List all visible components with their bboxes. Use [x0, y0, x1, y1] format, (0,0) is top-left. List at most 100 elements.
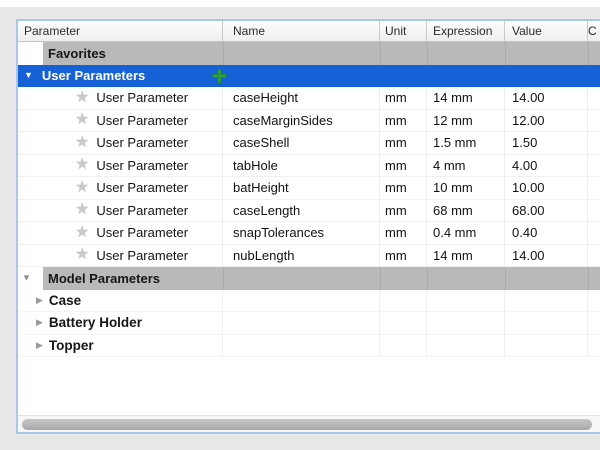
parameter-expression-cell[interactable]: 12 mm [427, 110, 505, 133]
column-header-name[interactable]: Name [223, 21, 380, 41]
empty-cell [505, 312, 588, 335]
chevron-down-icon[interactable]: ▼ [24, 71, 33, 80]
table-row-case[interactable]: ▶Case [18, 290, 600, 313]
parameter-expression-cell[interactable]: 14 mm [427, 87, 505, 110]
horizontal-scrollbar-thumb[interactable] [22, 419, 592, 430]
table-row-model-parameters[interactable]: ▼ Model Parameters [18, 267, 600, 290]
parameter-value-cell: 4.00 [505, 155, 588, 178]
empty-cell [223, 312, 380, 335]
parameter-expression-cell[interactable]: 10 mm [427, 177, 505, 200]
favorite-star-icon[interactable]: ★ [75, 112, 89, 128]
column-gridline [380, 267, 381, 290]
section-label: Favorites [43, 46, 106, 61]
parameter-comment-cell[interactable] [588, 222, 600, 245]
section-band: Model Parameters [43, 267, 600, 290]
parameter-type-label: User Parameter [96, 203, 188, 218]
table-row-user-parameter[interactable]: ★User ParametercaseShellmm1.5 mm1.50 [18, 132, 600, 155]
table-header-row: ParameterNameUnitExpressionValueC [18, 21, 600, 42]
empty-cell [505, 335, 588, 358]
parameter-type-cell: ★User Parameter [18, 245, 223, 268]
parameter-type-cell: ★ User Parameter [18, 200, 223, 223]
table-row-user-parameter[interactable]: ★ User Parameter caseMarginSidesmm12 mm12.… [18, 110, 600, 133]
parameter-unit-cell: mm [380, 245, 427, 268]
column-gridline [427, 267, 428, 290]
row-gutter: ▼ [18, 267, 43, 290]
chevron-right-icon[interactable]: ▶ [36, 341, 43, 350]
chevron-right-icon[interactable]: ▶ [36, 296, 43, 305]
favorite-star-icon[interactable]: ★ [75, 135, 89, 151]
parameter-comment-cell[interactable] [588, 177, 600, 200]
parameter-comment-cell[interactable] [588, 155, 600, 178]
parameter-expression-cell[interactable]: 14 mm [427, 245, 505, 268]
parameter-comment-cell[interactable] [588, 245, 600, 268]
column-header-parameter[interactable]: Parameter [18, 21, 223, 41]
parameter-name-cell[interactable]: caseHeight [223, 87, 380, 110]
empty-cell [505, 290, 588, 313]
empty-cell [427, 290, 505, 313]
table-row-topper[interactable]: ▶ Topper [18, 335, 600, 358]
favorite-star-icon[interactable]: ★ [75, 90, 89, 106]
table-rows: Favorites▼User Parameters★User Parameter… [18, 42, 600, 357]
table-row-favorites[interactable]: Favorites [18, 42, 600, 65]
group-label: Topper [49, 338, 94, 353]
parameter-comment-cell[interactable] [588, 200, 600, 223]
parameter-unit-cell: mm [380, 222, 427, 245]
parameter-expression-cell[interactable]: 4 mm [427, 155, 505, 178]
column-header-value[interactable]: Value [505, 21, 588, 41]
table-row-user-parameter[interactable]: ★User ParametercaseHeightmm14 mm14.00 [18, 87, 600, 110]
table-row-user-parameter[interactable]: ★User ParametersnapTolerancesmm0.4 mm0.4… [18, 222, 600, 245]
column-header-expression[interactable]: Expression [427, 21, 505, 41]
parameter-name-cell[interactable]: nubLength [223, 245, 380, 268]
column-gridline [427, 42, 428, 65]
parameter-expression-cell[interactable]: 0.4 mm [427, 222, 505, 245]
parameter-unit-cell: mm [380, 110, 427, 133]
column-gridline [588, 42, 589, 65]
parameter-value-cell: 12.00 [505, 110, 588, 133]
parameter-type-cell: ★User Parameter [18, 132, 223, 155]
parameter-expression-cell[interactable]: 1.5 mm [427, 132, 505, 155]
parameter-name-cell[interactable]: tabHole [223, 155, 380, 178]
parameter-name-cell[interactable]: caseShell [223, 132, 380, 155]
favorite-star-icon[interactable]: ★ [75, 180, 89, 196]
empty-cell [223, 290, 380, 313]
parameter-name-cell[interactable]: snapTolerances [223, 222, 380, 245]
table-row-user-parameter[interactable]: ★User ParametercaseLengthmm68 mm68.00 [18, 200, 600, 223]
favorite-star-icon[interactable]: ★ [75, 247, 89, 263]
favorite-star-icon[interactable]: ★ [75, 157, 89, 173]
horizontal-scrollbar[interactable] [18, 415, 600, 432]
parameter-value-cell: 0.40 [505, 222, 588, 245]
table-row-user-parameter[interactable]: ★User ParameternubLengthmm14 mm14.00 [18, 245, 600, 268]
empty-cell [223, 335, 380, 358]
favorite-star-icon[interactable]: ★ [75, 202, 89, 218]
column-header-c[interactable]: C [588, 21, 600, 41]
table-row-user-parameters[interactable]: ▼User Parameters [18, 65, 600, 88]
table-row-user-parameter[interactable]: ★User ParameterbatHeightmm10 mm10.00 [18, 177, 600, 200]
parameter-comment-cell[interactable] [588, 110, 600, 133]
add-parameter-icon[interactable] [213, 69, 226, 82]
parameter-name-cell[interactable]: caseLength [223, 200, 380, 223]
parameter-type-label: User Parameter [96, 113, 188, 128]
parameter-name-cell[interactable]: batHeight [223, 177, 380, 200]
section-label: User Parameters [33, 68, 145, 83]
empty-cell [427, 335, 505, 358]
column-gridline [380, 42, 381, 65]
parameter-comment-cell[interactable] [588, 132, 600, 155]
parameter-type-label: User Parameter [96, 158, 188, 173]
empty-cell [588, 290, 600, 313]
chevron-down-icon[interactable]: ▼ [22, 274, 31, 283]
empty-cell [588, 335, 600, 358]
table-row-battery-holder[interactable]: ▶Battery Holder [18, 312, 600, 335]
parameter-comment-cell[interactable] [588, 87, 600, 110]
parameter-expression-cell[interactable]: 68 mm [427, 200, 505, 223]
parameter-unit-cell: mm [380, 87, 427, 110]
favorite-star-icon[interactable]: ★ [75, 225, 89, 241]
column-header-unit[interactable]: Unit [380, 21, 427, 41]
group-name-cell: ▶Battery Holder [18, 312, 223, 335]
parameter-value-cell: 68.00 [505, 200, 588, 223]
parameter-name-cell[interactable]: caseMarginSides [223, 110, 380, 133]
group-name-cell: ▶Case [18, 290, 223, 313]
window-top-strip [0, 0, 600, 7]
table-row-user-parameter[interactable]: ★User ParametertabHolemm4 mm4.00 [18, 155, 600, 178]
chevron-right-icon[interactable]: ▶ [36, 318, 43, 327]
column-gridline [588, 267, 589, 290]
